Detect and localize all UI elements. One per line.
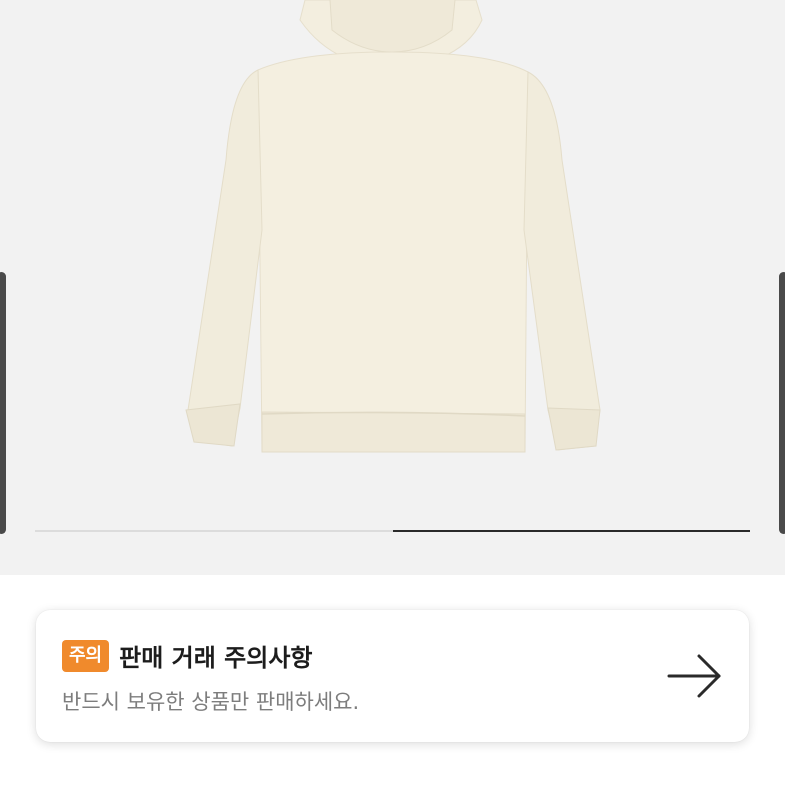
image-progress-fill xyxy=(392,530,750,532)
product-image xyxy=(185,0,601,453)
prev-image-handle[interactable] xyxy=(0,272,6,534)
notice-badge: 주의 xyxy=(62,639,110,672)
image-progress-track xyxy=(35,530,750,532)
sale-notice-card[interactable]: 주의 판매 거래 주의사항 반드시 보유한 상품만 판매하세요. xyxy=(36,610,749,742)
notice-title: 판매 거래 주의사항 xyxy=(119,644,313,672)
notice-description: 반드시 보유한 상품만 판매하세요. xyxy=(62,690,360,714)
next-image-handle[interactable] xyxy=(779,272,785,534)
arrow-right-icon[interactable] xyxy=(665,650,725,702)
product-image-gallery[interactable] xyxy=(0,0,785,575)
notice-header: 주의 판매 거래 주의사항 xyxy=(62,638,312,673)
